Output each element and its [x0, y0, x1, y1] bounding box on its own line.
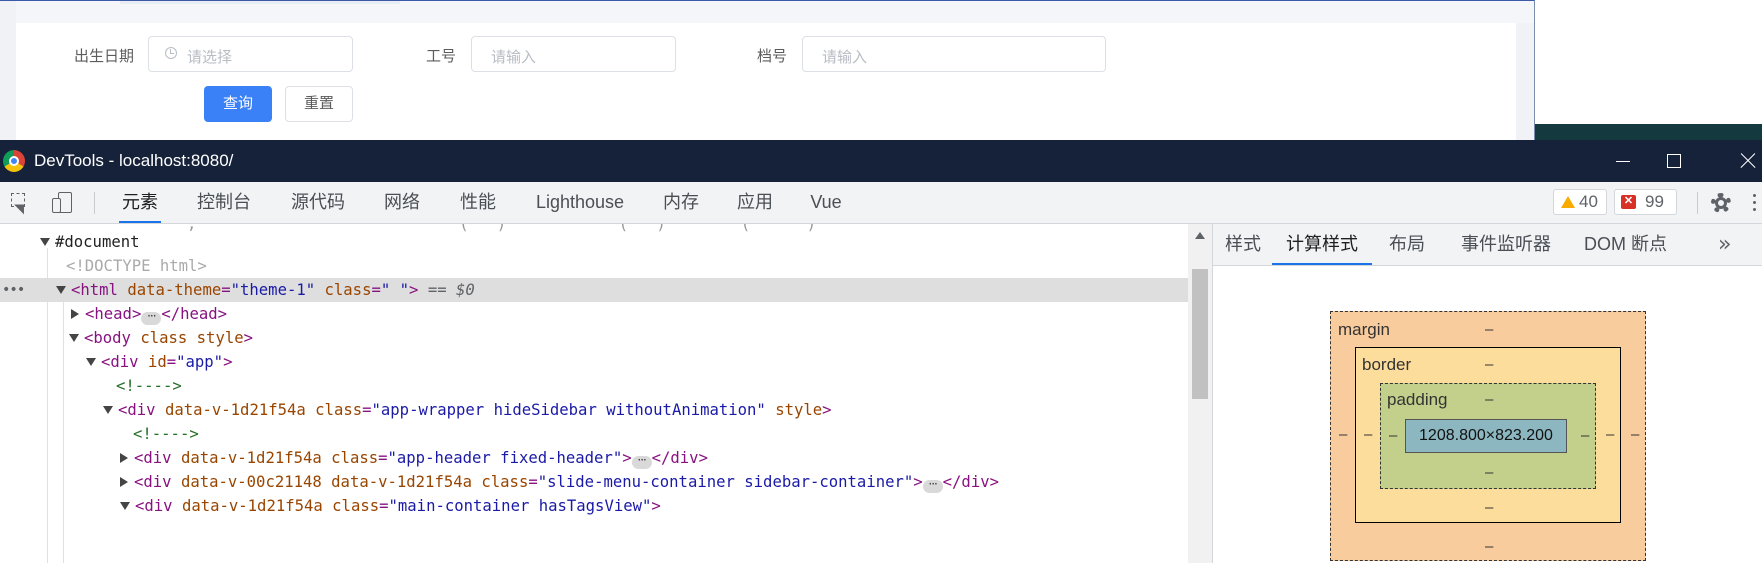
device-toolbar-icon[interactable]	[52, 192, 74, 214]
tree-row-div-app[interactable]: <div id="app">	[0, 350, 1188, 374]
page-top-strip	[0, 1, 1534, 23]
query-button[interactable]: 查询	[204, 86, 272, 122]
tree-row-body[interactable]: <body class style>	[0, 326, 1188, 350]
devtools-window: DevTools - localhost:8080/ 元素 控制台 源代码 网络…	[0, 140, 1762, 563]
tab-layout[interactable]: 布局	[1389, 224, 1425, 265]
minimize-button[interactable]	[1599, 140, 1645, 182]
tab-memory[interactable]: 内存	[660, 182, 702, 223]
tab-event-listeners[interactable]: 事件监听器	[1461, 224, 1551, 265]
tree-row-main-container[interactable]: <div data-v-1d21f54a class="main-contain…	[0, 494, 1188, 518]
maximize-button[interactable]	[1651, 140, 1697, 182]
box-model-content-size[interactable]: 1208.800×823.200	[1405, 419, 1567, 453]
file-no-input[interactable]: 请输入	[802, 36, 1106, 72]
tree-row-comment[interactable]: <!---->	[0, 374, 1188, 398]
inspect-element-icon[interactable]	[10, 192, 32, 215]
scroll-up-icon[interactable]	[1195, 232, 1205, 239]
warning-icon	[1561, 196, 1575, 208]
search-form: 出生日期 请选择 工号 请输入 档号 请输入 查询 重置	[16, 23, 1516, 141]
birth-date-label: 出生日期	[74, 48, 135, 65]
box-model-margin[interactable]: margin – – – – border – – – – padding – …	[1330, 311, 1646, 561]
more-options-icon[interactable]	[1753, 194, 1757, 212]
tree-row-head[interactable]: <head> ··· </head>	[0, 302, 1188, 326]
side-tab-bar: 样式 计算样式 布局 事件监听器 DOM 断点 »	[1213, 224, 1762, 266]
tab-dom-breakpoints[interactable]: DOM 断点	[1584, 224, 1667, 265]
tab-vue[interactable]: Vue	[808, 182, 844, 223]
padding-label: padding	[1387, 390, 1448, 409]
clock-icon	[165, 47, 177, 59]
ellipsis-icon[interactable]: ···	[922, 478, 943, 493]
tab-performance[interactable]: 性能	[457, 182, 499, 223]
row-actions-icon[interactable]: •••	[2, 278, 25, 302]
minimize-icon	[1616, 161, 1630, 162]
tab-lighthouse[interactable]: Lighthouse	[532, 182, 628, 223]
tree-row-app-wrapper[interactable]: <div data-v-1d21f54a class="app-wrapper …	[0, 398, 1188, 422]
tab-console[interactable]: 控制台	[194, 182, 254, 223]
styles-side-panel: 样式 计算样式 布局 事件监听器 DOM 断点 » margin – – – –…	[1213, 224, 1762, 563]
tree-row-app-header[interactable]: <div data-v-1d21f54a class="app-header f…	[0, 446, 1188, 470]
file-no-placeholder: 请输入	[822, 49, 868, 66]
employee-no-label: 工号	[426, 48, 457, 65]
tree-row-doctype[interactable]: <!DOCTYPE html>	[0, 254, 1188, 278]
ellipsis-icon[interactable]: ···	[141, 310, 162, 325]
tab-sources[interactable]: 源代码	[288, 182, 348, 223]
maximize-icon	[1667, 154, 1681, 168]
settings-gear-icon[interactable]	[1710, 192, 1732, 214]
ellipsis-icon[interactable]: ···	[631, 454, 652, 469]
more-tabs-icon[interactable]: »	[1718, 232, 1731, 257]
box-model-padding[interactable]: padding – – – – 1208.800×823.200	[1380, 383, 1596, 489]
box-model-border[interactable]: border – – – – padding – – – – 1208.800×…	[1355, 347, 1621, 523]
birth-date-placeholder: 请选择	[187, 49, 233, 66]
employee-no-placeholder: 请输入	[491, 49, 537, 66]
scroll-thumb[interactable]	[1192, 269, 1208, 399]
tree-row-comment-2[interactable]: <!---->	[0, 422, 1188, 446]
birth-date-picker[interactable]: 请选择	[148, 36, 353, 72]
employee-no-input[interactable]: 请输入	[471, 36, 676, 72]
window-title: DevTools - localhost:8080/	[34, 151, 234, 170]
margin-label: margin	[1338, 320, 1390, 339]
close-button[interactable]	[1724, 140, 1762, 182]
devtools-toolbar: 元素 控制台 源代码 网络 性能 Lighthouse 内存 应用 Vue 40…	[0, 182, 1762, 224]
file-no-label: 档号	[757, 48, 788, 65]
error-icon: ✕	[1621, 195, 1636, 209]
tree-row-html-selected[interactable]: ••• <html data-theme="theme-1" class=" ">…	[0, 278, 1188, 302]
tab-application[interactable]: 应用	[734, 182, 776, 223]
title-bar: DevTools - localhost:8080/	[0, 140, 1762, 182]
tree-row-slide-menu[interactable]: <div data-v-00c21148 data-v-1d21f54a cla…	[0, 470, 1188, 494]
background-window	[1535, 0, 1762, 140]
chrome-icon	[3, 150, 25, 172]
border-label: border	[1362, 355, 1412, 374]
tab-network[interactable]: 网络	[381, 182, 423, 223]
app-page: 出生日期 请选择 工号 请输入 档号 请输入 查询 重置	[0, 0, 1762, 141]
tab-computed[interactable]: 计算样式	[1272, 224, 1372, 265]
tab-elements[interactable]: 元素	[119, 182, 161, 223]
page-card: 出生日期 请选择 工号 请输入 档号 请输入 查询 重置	[0, 0, 1535, 141]
errors-count: 99	[1645, 192, 1664, 211]
tree-row-document[interactable]: #document	[0, 230, 1188, 254]
elements-tree: , ( ) ( ) ( ) #document <!DOCTYPE html> …	[0, 224, 1188, 563]
warnings-badge[interactable]: 40	[1553, 189, 1607, 215]
errors-badge[interactable]: ✕ 99	[1614, 189, 1677, 215]
elements-scrollbar[interactable]	[1188, 224, 1212, 563]
reset-button[interactable]: 重置	[285, 86, 353, 122]
warnings-count: 40	[1579, 192, 1598, 211]
tab-styles[interactable]: 样式	[1225, 224, 1261, 265]
